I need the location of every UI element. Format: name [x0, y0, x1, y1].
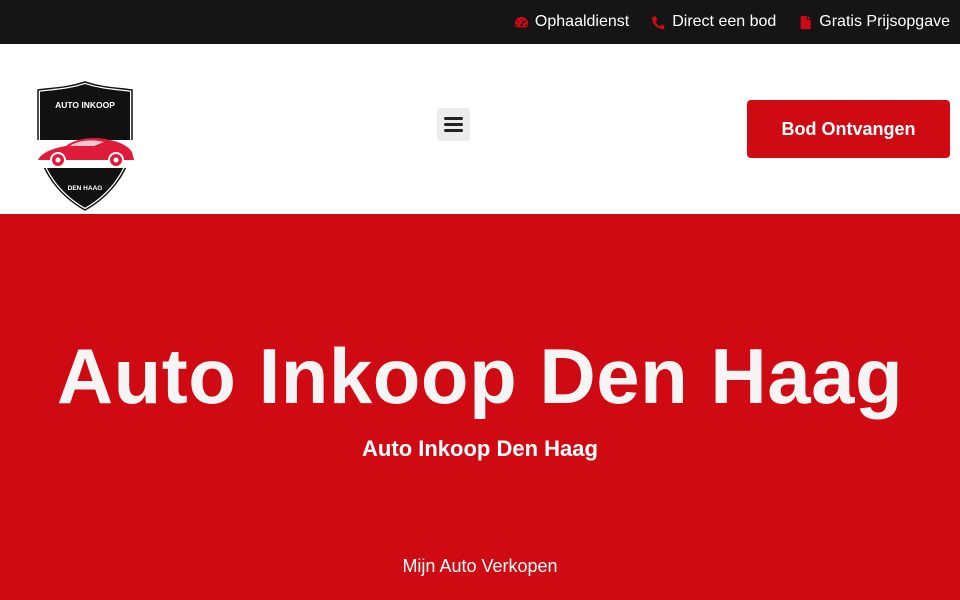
top-bar: Ophaaldienst Direct een bod Gratis Prijs… [0, 0, 960, 44]
site-header: AUTO INKOOP DEN HAAG Bod Ontvangen [0, 44, 960, 214]
topbar-link-gratis-prijsopgave[interactable]: Gratis Prijsopgave [798, 13, 950, 31]
car-shield-logo: AUTO INKOOP DEN HAAG [32, 79, 138, 213]
hamburger-menu-button[interactable] [437, 108, 470, 141]
site-logo[interactable]: AUTO INKOOP DEN HAAG [32, 78, 138, 226]
topbar-link-label: Gratis Prijsopgave [819, 13, 950, 30]
mijn-auto-verkopen-link[interactable]: Mijn Auto Verkopen [380, 554, 580, 578]
topbar-link-label: Ophaaldienst [534, 13, 630, 30]
bod-ontvangen-button[interactable]: Bod Ontvangen [747, 100, 950, 158]
svg-text:AUTO INKOOP: AUTO INKOOP [55, 100, 115, 110]
phone-icon [651, 15, 666, 30]
hero-section: Auto Inkoop Den Haag Auto Inkoop Den Haa… [0, 214, 960, 600]
hero-title: Auto Inkoop Den Haag [56, 332, 904, 420]
topbar-link-direct-een-bod[interactable]: Direct een bod [651, 13, 776, 31]
hero-subtitle: Auto Inkoop Den Haag [362, 436, 598, 461]
topbar-link-ophaaldienst[interactable]: Ophaaldienst [514, 13, 629, 31]
document-icon [798, 15, 813, 30]
speedometer-icon [514, 15, 529, 30]
topbar-link-label: Direct een bod [672, 13, 777, 30]
hamburger-menu-icon [444, 117, 463, 132]
svg-text:DEN HAAG: DEN HAAG [68, 185, 103, 192]
